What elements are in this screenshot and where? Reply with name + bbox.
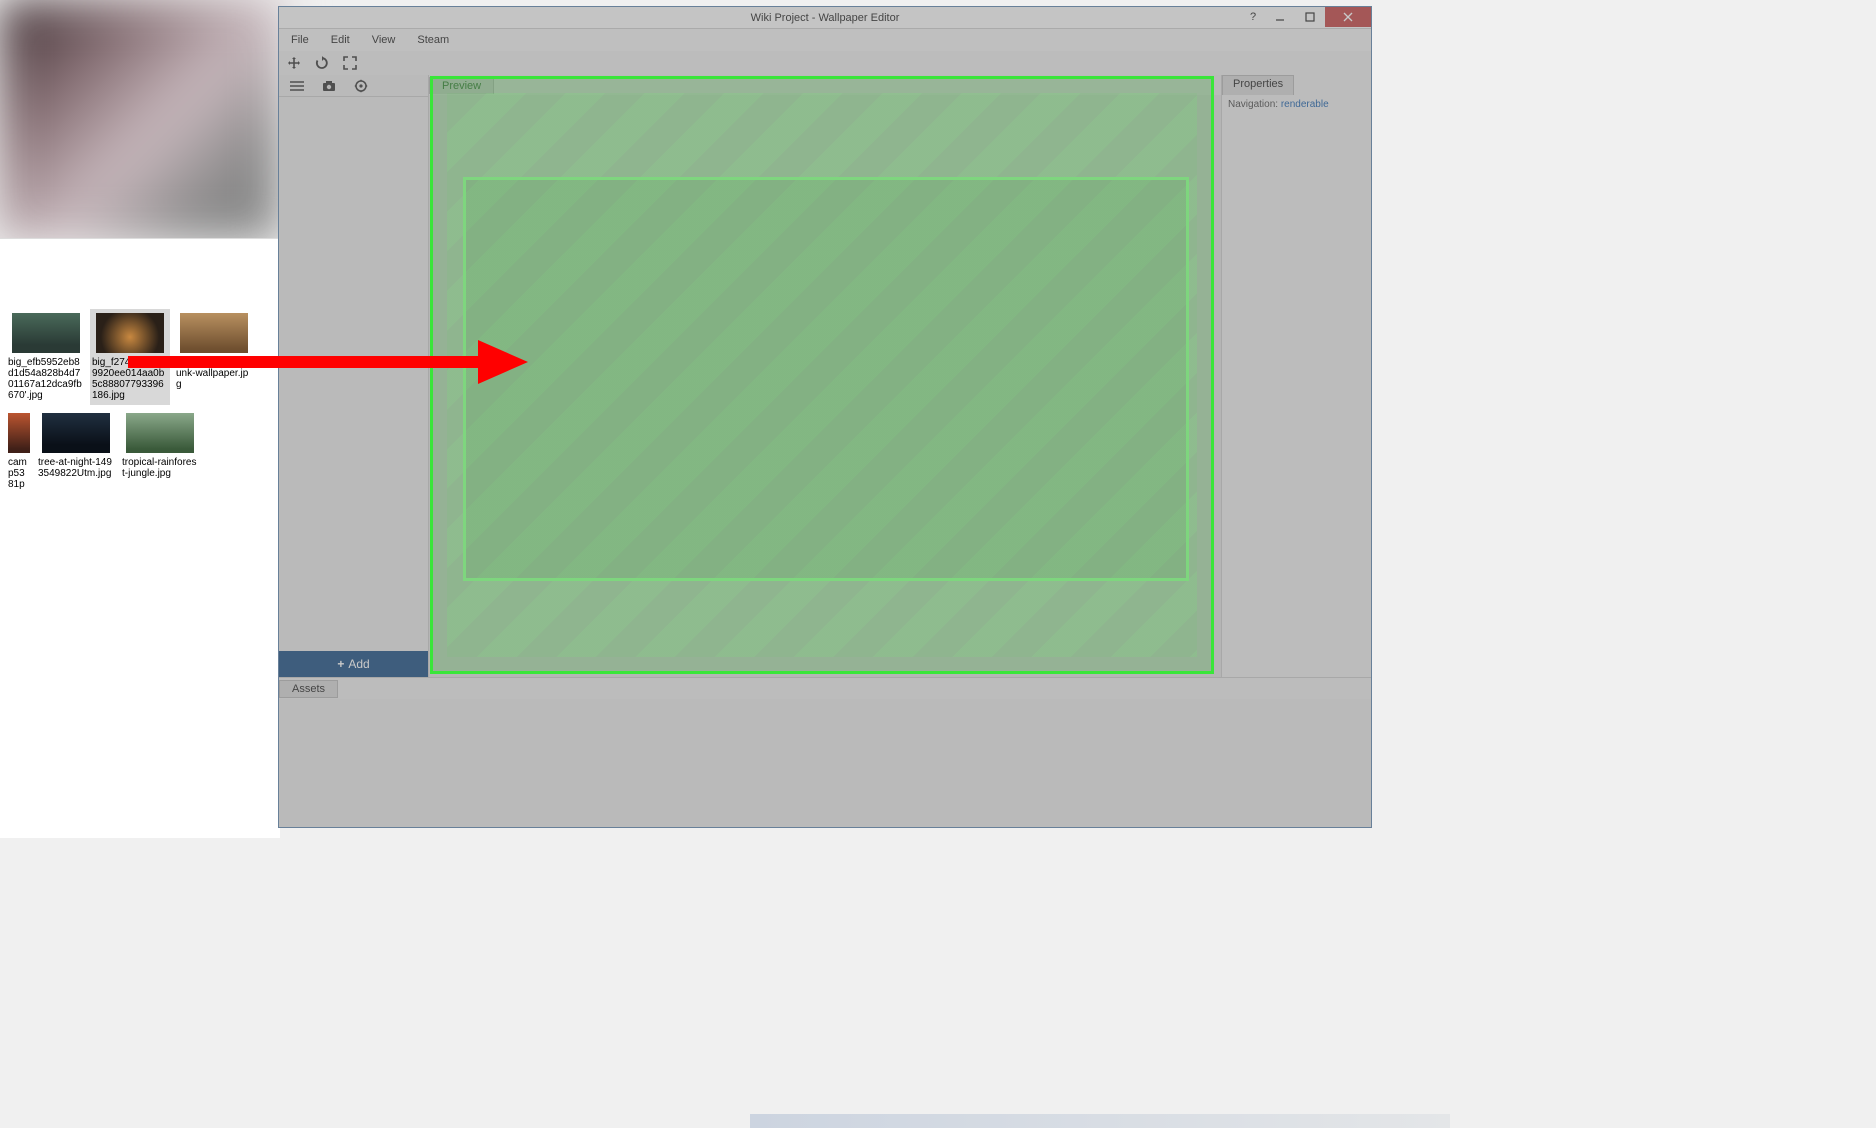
taskbar-hint <box>750 1114 1450 1128</box>
maximize-button[interactable] <box>1295 7 1325 27</box>
minimize-button[interactable] <box>1265 7 1295 27</box>
menu-view[interactable]: View <box>368 32 400 48</box>
file-thumbnail <box>42 413 110 453</box>
menu-steam[interactable]: Steam <box>413 32 453 48</box>
properties-navigation: Navigation: renderable <box>1222 95 1371 114</box>
tab-properties[interactable]: Properties <box>1222 75 1294 95</box>
close-button[interactable] <box>1325 7 1371 27</box>
file-thumbnail <box>8 413 30 453</box>
app-window: Wiki Project - Wallpaper Editor ? File E… <box>278 6 1372 828</box>
file-thumbnail <box>96 313 164 353</box>
left-panel: + Add <box>279 75 429 677</box>
menu-edit[interactable]: Edit <box>327 32 354 48</box>
file-label: big_f274b3929f09920ee014aa0b5c8880779339… <box>92 357 168 401</box>
list-icon <box>290 80 304 92</box>
file-item-selected[interactable]: big_f274b3929f09920ee014aa0b5c8880779339… <box>90 309 170 405</box>
plus-icon: + <box>337 657 344 671</box>
tab-preview[interactable]: Preview <box>429 77 494 94</box>
add-button-label: Add <box>348 657 369 671</box>
gear-icon <box>354 79 368 93</box>
center-panel: Preview <box>429 75 1221 677</box>
window-title: Wiki Project - Wallpaper Editor <box>751 12 900 24</box>
file-item[interactable]: tropical-rainforest-jungle.jpg <box>120 409 200 494</box>
file-explorer: big_efb5952eb8d1d54a828b4d701167a12dca9f… <box>0 238 280 838</box>
window-controls: ? <box>1241 7 1371 27</box>
background-blur <box>0 0 280 240</box>
menu-file[interactable]: File <box>287 32 313 48</box>
right-tabs: Properties <box>1222 75 1371 95</box>
left-toolbar <box>279 75 428 97</box>
nav-label: Navigation: <box>1228 99 1278 110</box>
file-grid: big_efb5952eb8d1d54a828b4d701167a12dca9f… <box>0 309 280 494</box>
file-label: camp5381p <box>8 457 30 490</box>
file-label: big_efb5952eb8d1d54a828b4d701167a12dca9f… <box>8 357 84 401</box>
file-thumbnail <box>126 413 194 453</box>
preview-tabs: Preview <box>429 75 1221 95</box>
main-area: + Add Preview Properties Navigation: ren… <box>279 75 1371 677</box>
preview-canvas[interactable] <box>429 95 1221 677</box>
move-tool[interactable] <box>285 54 303 72</box>
right-panel: Properties Navigation: renderable <box>1221 75 1371 677</box>
minimize-icon <box>1275 12 1285 22</box>
move-icon <box>287 56 301 70</box>
file-thumbnail <box>12 313 80 353</box>
file-label: tree-at-night-1493549822Utm.jpg <box>38 457 114 479</box>
toolbar <box>279 51 1371 75</box>
help-button[interactable]: ? <box>1241 7 1265 27</box>
list-view-button[interactable] <box>287 77 307 95</box>
file-label: buldozer-steampunk-wallpaper.jpg <box>176 357 252 390</box>
layer-list-empty <box>279 97 428 651</box>
nav-renderable-link[interactable]: renderable <box>1281 99 1329 110</box>
settings-button[interactable] <box>351 77 371 95</box>
file-label: tropical-rainforest-jungle.jpg <box>122 457 198 479</box>
tab-assets[interactable]: Assets <box>279 680 338 698</box>
assets-panel[interactable] <box>279 699 1371 827</box>
menubar: File Edit View Steam <box>279 29 1371 51</box>
refresh-tool[interactable] <box>313 54 331 72</box>
expand-icon <box>343 56 357 70</box>
file-item[interactable]: buldozer-steampunk-wallpaper.jpg <box>174 309 254 405</box>
file-item[interactable]: big_efb5952eb8d1d54a828b4d701167a12dca9f… <box>6 309 86 405</box>
fullscreen-tool[interactable] <box>341 54 359 72</box>
assets-tabs: Assets <box>279 677 1371 699</box>
camera-icon <box>322 80 336 92</box>
refresh-icon <box>315 56 329 70</box>
camera-button[interactable] <box>319 77 339 95</box>
file-item[interactable]: tree-at-night-1493549822Utm.jpg <box>36 409 116 494</box>
add-button[interactable]: + Add <box>279 651 428 677</box>
maximize-icon <box>1305 12 1315 22</box>
file-item[interactable]: camp5381p <box>6 409 32 494</box>
close-icon <box>1343 12 1353 22</box>
file-thumbnail <box>180 313 248 353</box>
titlebar[interactable]: Wiki Project - Wallpaper Editor ? <box>279 7 1371 29</box>
